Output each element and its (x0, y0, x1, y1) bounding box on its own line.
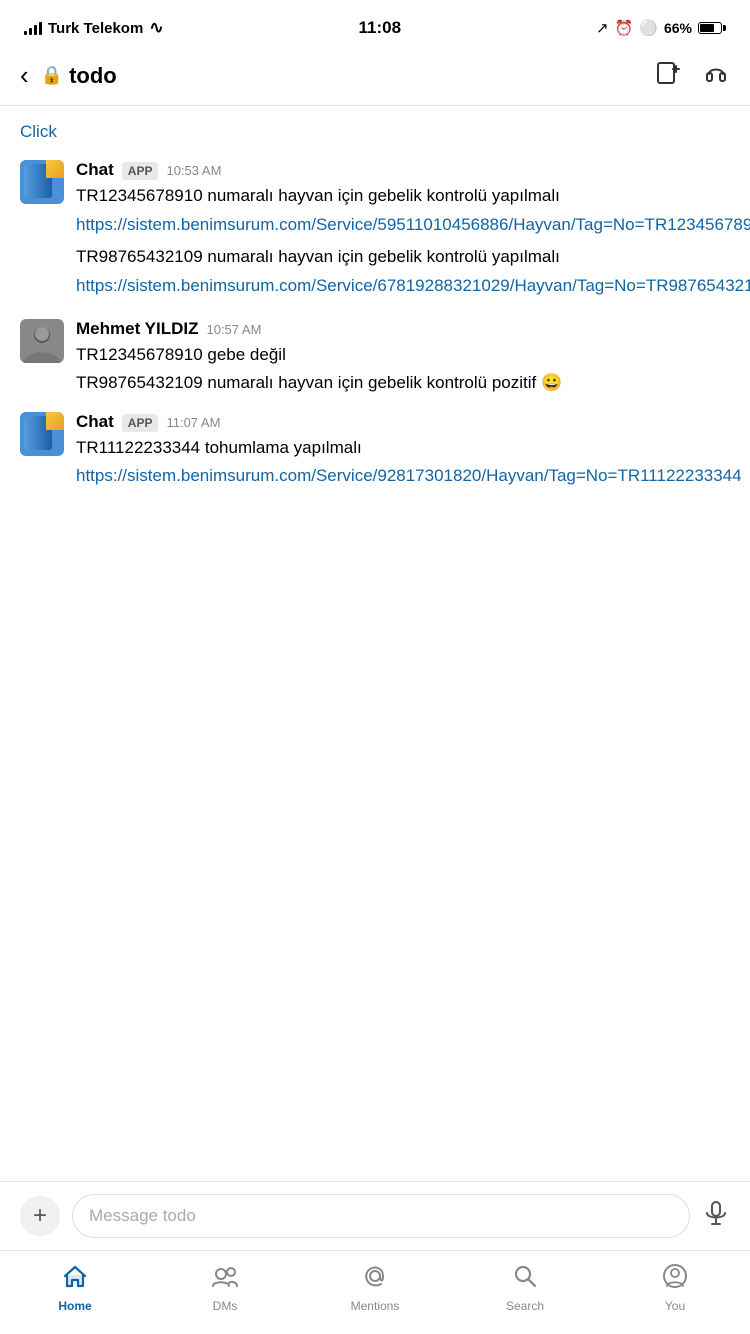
message-text-1a: TR12345678910 numaralı hayvan için gebel… (76, 184, 750, 209)
search-icon (511, 1262, 539, 1295)
input-area: + Message todo (0, 1181, 750, 1250)
nav-label-dms: DMs (213, 1299, 238, 1313)
timestamp-2: 10:57 AM (206, 322, 261, 337)
message-text-2b: TR98765432109 numaralı hayvan için gebel… (76, 371, 730, 396)
location-icon: ↗ (596, 19, 609, 37)
carrier-label: Turk Telekom (48, 20, 143, 37)
sender-name-3: Chat (76, 412, 114, 432)
message-text-2a: TR12345678910 gebe değil (76, 343, 730, 368)
dms-icon (211, 1262, 239, 1295)
wifi-icon: ∿ (149, 18, 163, 38)
message-link-1b[interactable]: https://sistem.benimsurum.com/Service/67… (76, 274, 750, 299)
chat-content: Click Chat APP 10:53 AM (0, 106, 750, 515)
back-button[interactable]: ‹ (20, 60, 41, 91)
header: ‹ 🔒 todo (0, 50, 750, 106)
top-link-area: Click (0, 118, 750, 154)
message-row-3: Chat APP 11:07 AM TR11122233344 tohumlam… (0, 406, 750, 503)
message-link-1a[interactable]: https://sistem.benimsurum.com/Service/59… (76, 213, 750, 238)
message-row-2: Mehmet YILDIZ 10:57 AM TR12345678910 geb… (0, 313, 750, 406)
nav-label-home: Home (58, 1299, 91, 1313)
header-left: ‹ 🔒 todo (20, 60, 117, 91)
message-text-3a: TR11122233344 tohumlama yapılmalı (76, 436, 742, 461)
nav-item-search[interactable]: Search (450, 1262, 600, 1313)
status-left: Turk Telekom ∿ (24, 18, 164, 38)
app-badge-3: APP (122, 414, 159, 432)
timestamp-1: 10:53 AM (166, 163, 221, 178)
home-icon (61, 1262, 89, 1295)
timestamp-3: 11:07 AM (166, 415, 220, 430)
click-link[interactable]: Click (20, 122, 57, 141)
battery-icon (698, 22, 726, 34)
battery-percent: 66% (664, 20, 692, 36)
message-text-1b: TR98765432109 numaralı hayvan için gebel… (76, 245, 750, 270)
mentions-icon (361, 1262, 389, 1295)
alarm-icon: ⏰ (615, 19, 634, 37)
you-icon (661, 1262, 689, 1295)
avatar-chat-app-2 (20, 412, 64, 456)
nav-item-home[interactable]: Home (0, 1262, 150, 1313)
headphones-button[interactable] (702, 58, 730, 93)
nav-label-search: Search (506, 1299, 544, 1313)
status-right: ↗ ⏰ ⚪ 66% (596, 19, 726, 37)
message-body-1: Chat APP 10:53 AM TR12345678910 numaralı… (76, 160, 750, 307)
message-link-3a[interactable]: https://sistem.benimsurum.com/Service/92… (76, 464, 742, 489)
message-header-1: Chat APP 10:53 AM (76, 160, 750, 180)
nav-label-mentions: Mentions (351, 1299, 400, 1313)
nav-item-mentions[interactable]: Mentions (300, 1262, 450, 1313)
status-bar: Turk Telekom ∿ 11:08 ↗ ⏰ ⚪ 66% (0, 0, 750, 50)
nav-item-you[interactable]: You (600, 1262, 750, 1313)
signal-bars (24, 21, 42, 35)
sender-name-1: Chat (76, 160, 114, 180)
add-attachment-button[interactable]: + (20, 1196, 60, 1236)
message-header-3: Chat APP 11:07 AM (76, 412, 742, 432)
add-channel-button[interactable] (654, 59, 682, 93)
avatar-chat-app-1 (20, 160, 64, 204)
message-placeholder: Message todo (89, 1206, 196, 1226)
channel-title: 🔒 todo (41, 63, 117, 89)
nav-item-dms[interactable]: DMs (150, 1262, 300, 1313)
nav-label-you: You (665, 1299, 685, 1313)
mic-button[interactable] (702, 1199, 730, 1234)
message-row: Chat APP 10:53 AM TR12345678910 numaralı… (0, 154, 750, 313)
bottom-nav: Home DMs Mentions Search (0, 1250, 750, 1334)
message-header-2: Mehmet YILDIZ 10:57 AM (76, 319, 730, 339)
channel-name: todo (69, 63, 117, 89)
lock-icon: 🔒 (41, 65, 63, 86)
status-time: 11:08 (359, 18, 402, 38)
message-body-2: Mehmet YILDIZ 10:57 AM TR12345678910 geb… (76, 319, 730, 400)
headphones-status-icon: ⚪ (639, 19, 658, 37)
message-body-3: Chat APP 11:07 AM TR11122233344 tohumlam… (76, 412, 742, 497)
message-input[interactable]: Message todo (72, 1194, 690, 1238)
header-right (654, 58, 730, 93)
sender-name-2: Mehmet YILDIZ (76, 319, 198, 339)
app-badge-1: APP (122, 162, 159, 180)
avatar-mehmet (20, 319, 64, 363)
